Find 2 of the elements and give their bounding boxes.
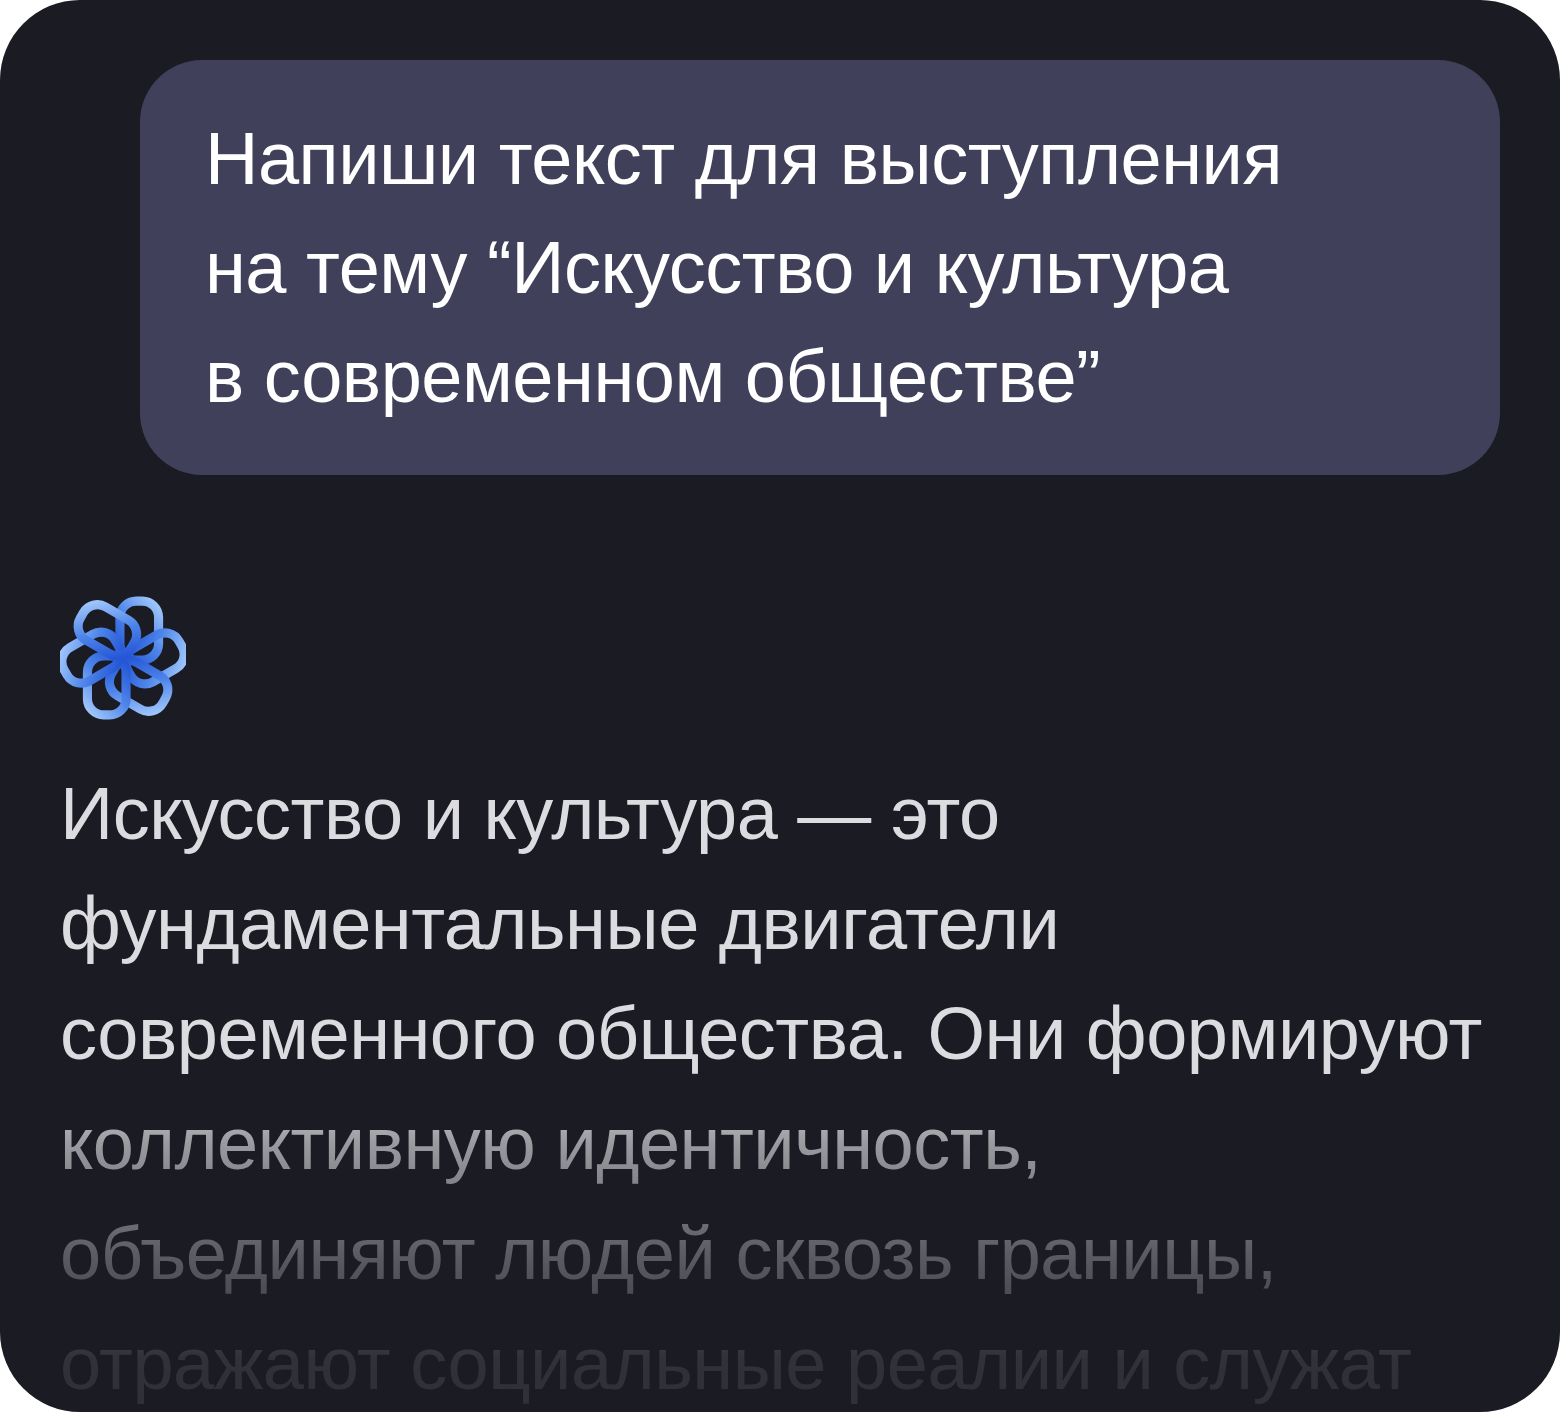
message-text: Напиши текст для выступления на тему “Искусство и культура в современном обществе”: [205, 116, 1284, 420]
knot-logo-icon: [60, 595, 186, 721]
